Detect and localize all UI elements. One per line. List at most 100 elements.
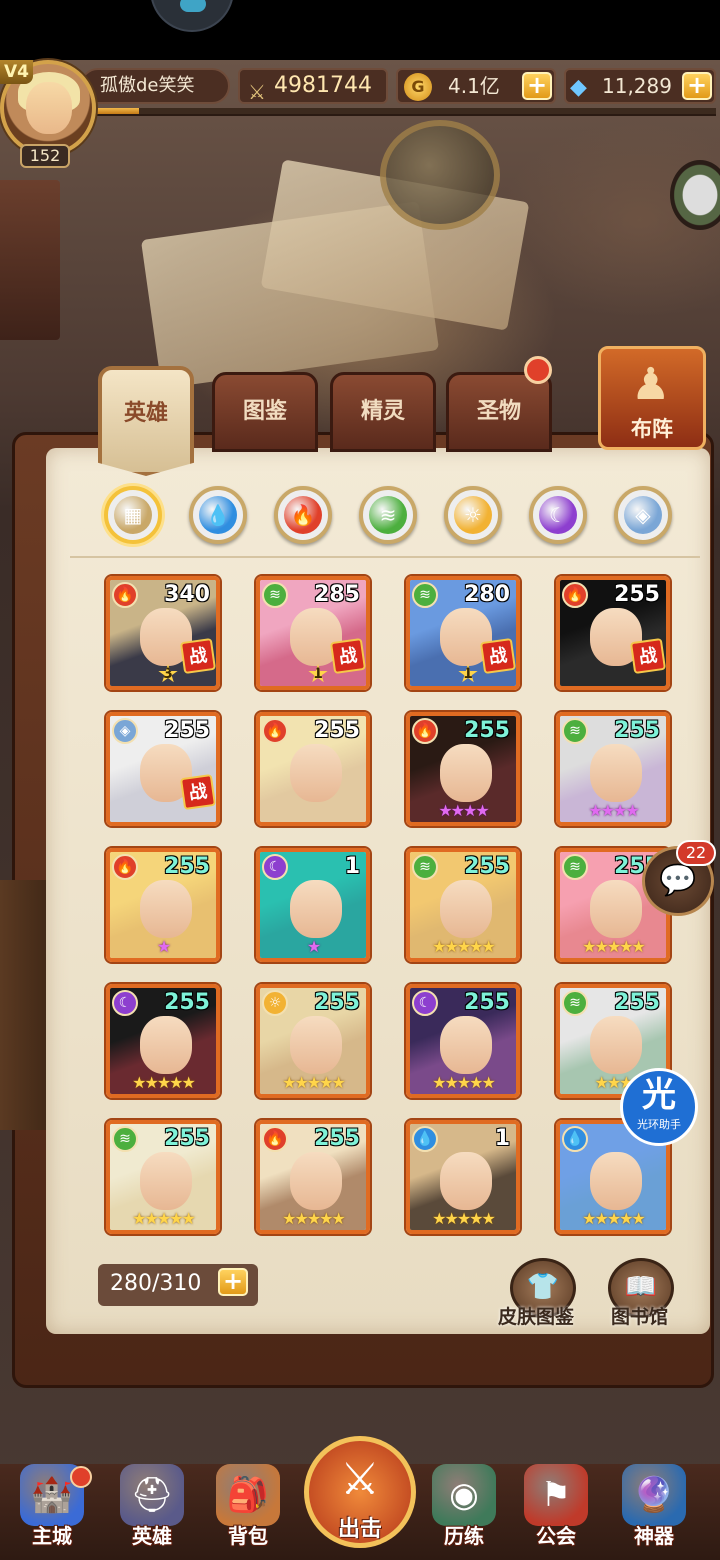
hero-face [590, 1152, 642, 1210]
filter-dark[interactable]: ☾ [529, 486, 587, 544]
hero-card[interactable]: 💧 1 ★★★★★ [406, 1120, 520, 1234]
filter-light[interactable]: ☼ [444, 486, 502, 544]
hero-card[interactable]: ≋ 255 ★★★★★ [106, 1120, 220, 1234]
nav-item[interactable]: ◉ 历练 [422, 1464, 506, 1558]
in-battle-badge: 战 [479, 637, 516, 675]
hero-card[interactable]: ☾ 1 ★ [256, 848, 370, 962]
water-element-icon: 💧 [412, 1126, 438, 1152]
fire-element-icon: 🔥 [562, 582, 588, 608]
combat-power: ⚔ 4981744 [238, 68, 388, 104]
tab-codex[interactable]: 图鉴 [212, 372, 318, 452]
light-element-icon: ☼ [454, 496, 492, 534]
filter-water[interactable]: 💧 [189, 486, 247, 544]
hero-card[interactable]: 🔥 255 战 [556, 576, 670, 690]
hero-card[interactable]: ≋ 285 1 战 [256, 576, 370, 690]
hero-level: 255 [314, 718, 360, 743]
fire-element-icon: 🔥 [112, 582, 138, 608]
wind-element-icon: ≋ [262, 582, 288, 608]
background-books [0, 180, 60, 340]
hero-face [590, 1016, 642, 1074]
gold-coin-icon: G [404, 73, 432, 101]
player-name[interactable]: 孤傲de笑笑 [80, 68, 230, 104]
divider [70, 556, 700, 558]
hero-level: 255 [164, 718, 210, 743]
nav-label: 主城 [32, 1524, 72, 1548]
nav-sortie[interactable]: ⚔ 出击 [304, 1436, 416, 1548]
hero-stars: ★★★★★ [432, 1209, 496, 1228]
hero-stars: ★★★★★ [432, 1073, 496, 1092]
hero-level: 255 [164, 854, 210, 879]
hero-card[interactable]: 🔥 255 ★★★★ [406, 712, 520, 826]
hero-level: 255 [464, 854, 510, 879]
hero-level: 255 [164, 1126, 210, 1151]
hero-face [440, 744, 492, 802]
hero-face [290, 744, 342, 802]
assistant-label: 光环助手 [637, 1118, 681, 1131]
wind-element-icon: ≋ [412, 582, 438, 608]
gold-value: 4.1亿 [448, 74, 500, 98]
tab-spirits[interactable]: 精灵 [330, 372, 436, 452]
hero-face [440, 1016, 492, 1074]
filter-wind[interactable]: ≋ [359, 486, 417, 544]
wind-element-icon: ≋ [562, 718, 588, 744]
nav-item[interactable]: ⛑ 英雄 [110, 1464, 194, 1558]
water-element-icon: 💧 [562, 1126, 588, 1152]
dark-element-icon: ☾ [412, 990, 438, 1016]
hero-card[interactable]: ☼ 255 ★★★★★ [256, 984, 370, 1098]
nav-item[interactable]: ⚑ 公会 [514, 1464, 598, 1558]
hero-level: 255 [314, 990, 360, 1015]
add-gems-button[interactable]: + [682, 72, 712, 100]
hero-face [590, 880, 642, 938]
add-gold-button[interactable]: + [522, 72, 552, 100]
hero-card[interactable]: ≋ 280 1 战 [406, 576, 520, 690]
hero-card[interactable]: ☾ 255 ★★★★★ [106, 984, 220, 1098]
hero-card[interactable]: ◈ 255 战 [106, 712, 220, 826]
hero-face [290, 880, 342, 938]
avatar-face [26, 82, 72, 134]
assistant-glyph: 光 [642, 1075, 676, 1115]
nav-label: 公会 [536, 1524, 576, 1548]
chat-unread-badge: 22 [676, 840, 716, 866]
dark-element-icon: ☾ [262, 854, 288, 880]
background-globe [380, 120, 500, 230]
formation-button[interactable]: ♟ 布阵 [598, 346, 706, 450]
hero-capacity-value: 280/310 [110, 1271, 202, 1296]
hero-stars: ★★★★★ [432, 937, 496, 956]
filter-all[interactable]: ▦ [104, 486, 162, 544]
nav-item[interactable]: 🔮 神器 [612, 1464, 696, 1558]
hero-card[interactable]: 🔥 255 [256, 712, 370, 826]
experience-bar-fill [96, 108, 140, 114]
artifact-icon: 🔮 [622, 1464, 686, 1526]
nav-label: 历练 [444, 1524, 484, 1548]
nav-item[interactable]: 🎒 背包 [206, 1464, 290, 1558]
hero-level: 1 [344, 854, 360, 879]
hero-card[interactable]: 🔥 255 ★★★★★ [256, 1120, 370, 1234]
hero-level: 255 [614, 718, 660, 743]
gem-value: 11,289 [602, 74, 672, 98]
hero-face [140, 1016, 192, 1074]
helmet-icon: ⛑ [120, 1464, 184, 1526]
filter-fire[interactable]: 🔥 [274, 486, 332, 544]
tab-heroes[interactable]: 英雄 [98, 366, 194, 476]
assistant-floating-button[interactable]: 光 光环助手 [620, 1068, 698, 1146]
hero-card[interactable]: ☾ 255 ★★★★★ [406, 984, 520, 1098]
dark-element-icon: ☾ [539, 496, 577, 534]
hero-level: 1 [494, 1126, 510, 1151]
vip-badge: V4 [0, 60, 33, 84]
hero-card[interactable]: ≋ 255 ★★★★★ [406, 848, 520, 962]
hero-card[interactable]: 🔥 255 ★ [106, 848, 220, 962]
guild-icon: ⚑ [524, 1464, 588, 1526]
library-label: 图书馆 [611, 1306, 669, 1328]
expand-capacity-button[interactable]: + [218, 1268, 248, 1296]
light-element-icon: ☼ [262, 990, 288, 1016]
hero-face [590, 744, 642, 802]
wind-element-icon: ≋ [562, 990, 588, 1016]
hero-card[interactable]: ≋ 255 ★★★★ [556, 712, 670, 826]
all-element-icon: ▦ [114, 496, 152, 534]
fire-element-icon: 🔥 [412, 718, 438, 744]
floating-app-icon[interactable] [150, 0, 234, 32]
hero-card[interactable]: 🔥 340 3 战 [106, 576, 220, 690]
tab-relics[interactable]: 圣物 [446, 372, 552, 452]
gold-counter: G 4.1亿 + [396, 68, 556, 104]
filter-void[interactable]: ◈ [614, 486, 672, 544]
